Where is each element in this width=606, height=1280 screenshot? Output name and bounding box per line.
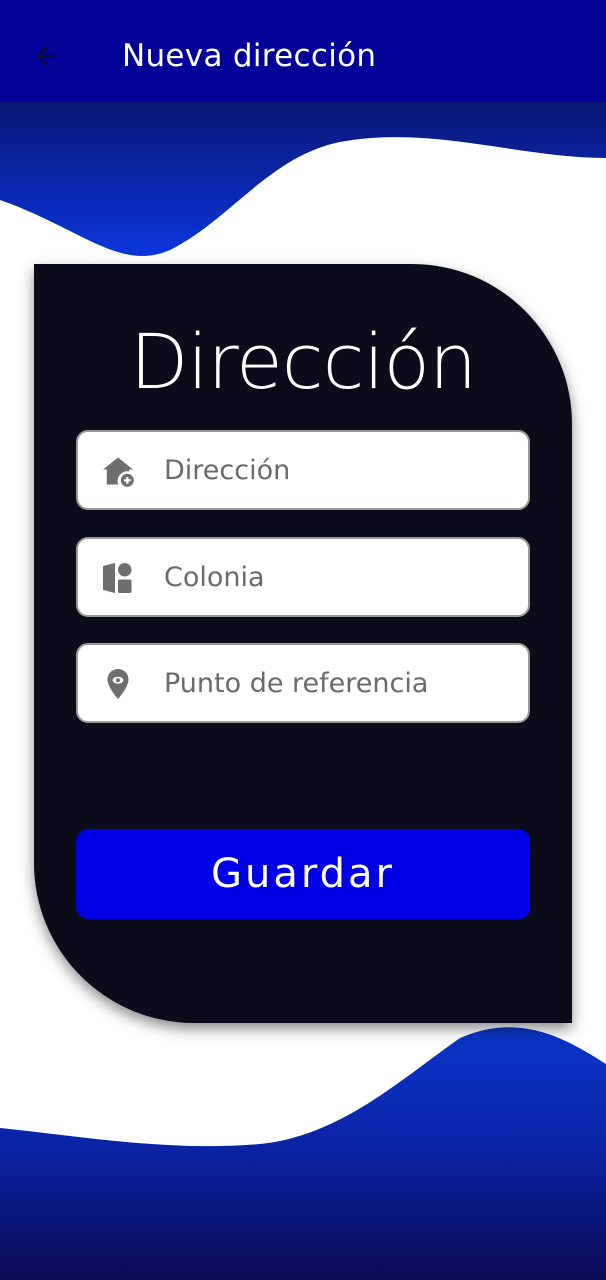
reference-input[interactable] [164, 645, 514, 721]
address-field[interactable] [76, 430, 530, 510]
add-home-icon [103, 457, 134, 487]
bottom-wave-decoration [0, 1027, 606, 1280]
app-bar: Nueva dirección [0, 0, 606, 102]
screen: Nueva dirección Dirección Guardar [0, 0, 606, 1280]
back-button[interactable] [22, 34, 70, 78]
address-input[interactable] [164, 432, 514, 508]
colonia-field[interactable] [76, 537, 530, 617]
card-title: Dirección [129, 317, 477, 406]
reference-field[interactable] [76, 643, 530, 723]
neighborhood-shapes-icon [103, 563, 132, 593]
save-button[interactable]: Guardar [76, 829, 530, 919]
arrow-left-icon [36, 46, 56, 66]
location-pin-icon [107, 669, 129, 699]
page-title: Nueva dirección [122, 38, 377, 74]
colonia-input[interactable] [164, 539, 514, 615]
top-wave-decoration [0, 100, 606, 256]
